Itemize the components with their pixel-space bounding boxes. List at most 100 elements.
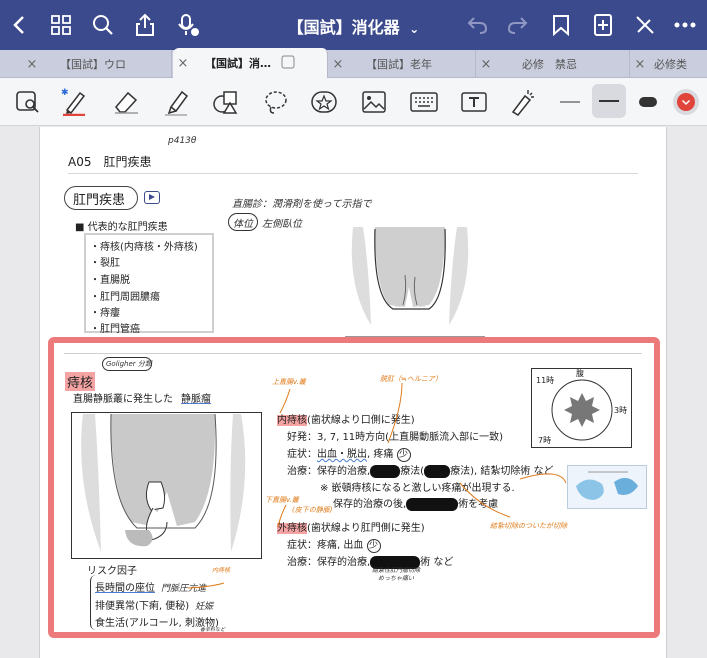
tab-label: 【国試】ウロ — [60, 58, 126, 71]
hemorrhoid-diagram — [71, 412, 262, 559]
tab-geriatric[interactable]: × 【国試】老年 — [328, 50, 476, 78]
external-treatment-line: 治療：保存的治療, 術 など — [287, 553, 453, 569]
internal-treatment-line: 治療：保存的治療, 療法(療法), 結紮切除術 など — [287, 462, 554, 478]
pain-level-badge: 少 — [366, 539, 381, 553]
lasso-icon[interactable] — [262, 88, 290, 116]
lasso-zoom-icon[interactable] — [14, 88, 42, 116]
medium-stroke-option[interactable] — [592, 84, 626, 118]
internal-note-text: 術を考慮 — [458, 499, 499, 510]
back-icon[interactable] — [6, 12, 32, 38]
more-icon[interactable] — [672, 12, 698, 38]
bullet-heading: ■ 代表的な肛門疾患 — [75, 222, 168, 233]
risk-text: 排便異常(下痢, 便秘) — [95, 601, 190, 612]
external-symptom-line: 症状：疼痛, 出血 少 — [287, 536, 381, 553]
pen-icon[interactable]: ✱ — [60, 88, 88, 116]
list-item: ・肛門周囲膿瘍 — [90, 292, 160, 303]
bookmark-icon[interactable] — [548, 12, 574, 38]
external-hemorrhoid-subtitle: (歯状線より肛門側に発生) — [307, 523, 425, 534]
internal-symptom-text: , 疼痛 — [367, 449, 394, 460]
definition-text: 直腸静脈叢に発生した — [73, 394, 173, 405]
annotation-subcutaneous: (皮下の静脈) — [292, 506, 333, 514]
chevron-down-icon[interactable]: ⌄ — [409, 22, 419, 36]
annotation-ligation-3: めっちゃ痛い — [378, 575, 415, 582]
close-icon[interactable]: × — [22, 57, 42, 72]
close-icon[interactable]: × — [173, 56, 193, 71]
internal-treatment-text: 療法), 結紮切除術 など — [450, 466, 554, 477]
handwritten-note: Goligher 分類 — [106, 360, 152, 368]
shapes-icon[interactable] — [212, 88, 240, 116]
pain-level-badge: 少 — [396, 448, 411, 462]
tab-overflow-icon[interactable] — [281, 55, 295, 72]
divider — [68, 173, 638, 174]
color-picker-button[interactable] — [672, 88, 700, 116]
section-title: 肛門疾患 — [73, 193, 126, 208]
tab-label: 【国試】消… — [205, 57, 271, 70]
tab-label: 必修类 — [654, 58, 687, 71]
microphone-icon[interactable] — [175, 12, 201, 38]
tab-digestive[interactable]: × 【国試】消… — [173, 48, 328, 78]
internal-hemorrhoid-subtitle: (歯状線より口側に発生) — [307, 415, 415, 426]
redo-icon[interactable] — [505, 12, 531, 38]
external-title-line: 外痔核(歯状線より肛門側に発生) — [277, 519, 425, 534]
reference-thumbnail[interactable] — [567, 465, 647, 509]
close-icon[interactable]: × — [476, 57, 496, 72]
external-hemorrhoid-title: 外痔核 — [277, 523, 307, 534]
annotation-upper-plexus: 上直腸v.叢 — [272, 378, 306, 386]
svg-text:✱: ✱ — [61, 88, 69, 98]
play-video-icon[interactable] — [144, 191, 160, 204]
grid-icon[interactable] — [48, 12, 74, 38]
tab-required-2[interactable]: × 必修类 — [630, 50, 707, 78]
tool-bar: ✱ — [0, 78, 707, 126]
image-icon[interactable] — [360, 88, 388, 116]
note-page[interactable]: A05 肛門疾患 p413θ 肛門疾患 ■ 代表的な肛門疾患 ・痔核(内痔核・外… — [39, 127, 667, 658]
external-treatment-text: 治療：保存的治療, — [287, 557, 371, 568]
clock-position-diagram: 腹 11時 3時 7時 — [531, 368, 632, 448]
tab-required[interactable]: × 必修 禁忌 — [476, 50, 630, 78]
add-page-icon[interactable] — [590, 12, 616, 38]
clock-label-7: 7時 — [538, 436, 552, 445]
list-item: ・直腸脱 — [90, 275, 130, 286]
tab-label: 【国試】老年 — [366, 58, 432, 71]
internal-note-2: 保存的治療の後, 術を考慮 — [333, 495, 498, 511]
textbox-icon[interactable] — [460, 88, 488, 116]
internal-symptom-text: 出血・脱出 — [317, 449, 367, 460]
handwritten-note: 左側臥位 — [262, 219, 302, 230]
disease-title: 痔核 — [65, 372, 96, 391]
document-title-text[interactable]: 【国試】消化器 — [288, 18, 400, 37]
sticker-icon[interactable] — [310, 88, 338, 116]
thick-stroke-option[interactable] — [634, 88, 662, 116]
list-item: ・裂肛 — [90, 258, 120, 269]
redaction-block — [424, 464, 451, 478]
undo-icon[interactable] — [464, 12, 490, 38]
top-bar: 【国試】消化器 ⌄ — [0, 0, 707, 50]
external-treatment-text: 術 など — [420, 557, 454, 568]
internal-note: ※ 嵌頓痔核になると激しい疼痛が出現する. — [320, 483, 515, 494]
laser-pointer-icon[interactable] — [508, 88, 536, 116]
tab-bar: × 【国試】ウロ × 【国試】消… × 【国試】老年 × 必修 禁忌 × 必修类 — [0, 48, 707, 78]
risk-item: 長時間の座位 門脈圧亢進 — [95, 579, 206, 594]
internal-note-text: 保存的治療の後, — [333, 499, 407, 510]
search-icon[interactable] — [90, 12, 116, 38]
highlighter-icon[interactable] — [162, 88, 190, 116]
document-canvas[interactable]: A05 肛門疾患 p413θ 肛門疾患 ■ 代表的な肛門疾患 ・痔核(内痔核・外… — [0, 127, 707, 658]
list-item: ・痔核(内痔核・外痔核) — [90, 242, 198, 253]
annotation-prolapse: 脱肛（≒ヘルニア） — [380, 375, 442, 383]
risk-note: 香辛料など — [200, 627, 226, 633]
list-item: ・肛門管癌 — [90, 324, 140, 335]
internal-hemorrhoid-title: 内痔核 — [277, 415, 307, 426]
anal-canal-diagram — [345, 227, 485, 338]
tab-label: 必修 禁忌 — [522, 58, 577, 71]
page-header: A05 肛門疾患 — [68, 155, 152, 169]
thin-stroke-option[interactable] — [556, 88, 584, 116]
share-icon[interactable] — [132, 12, 158, 38]
handwritten-note: 体位 — [233, 219, 253, 230]
pen-off-icon[interactable] — [632, 12, 658, 38]
close-icon[interactable]: × — [328, 57, 348, 72]
keyboard-icon[interactable] — [410, 88, 438, 116]
close-icon[interactable]: × — [630, 57, 650, 72]
tab-uro[interactable]: × 【国試】ウロ — [22, 50, 172, 78]
eraser-icon[interactable] — [112, 88, 140, 116]
internal-site: 好発：3, 7, 11時方向(上直腸動脈流入部に一致) — [287, 432, 503, 443]
definition-term: 静脈瘤 — [181, 394, 211, 405]
risk-text: 長時間の座位 — [95, 583, 155, 594]
